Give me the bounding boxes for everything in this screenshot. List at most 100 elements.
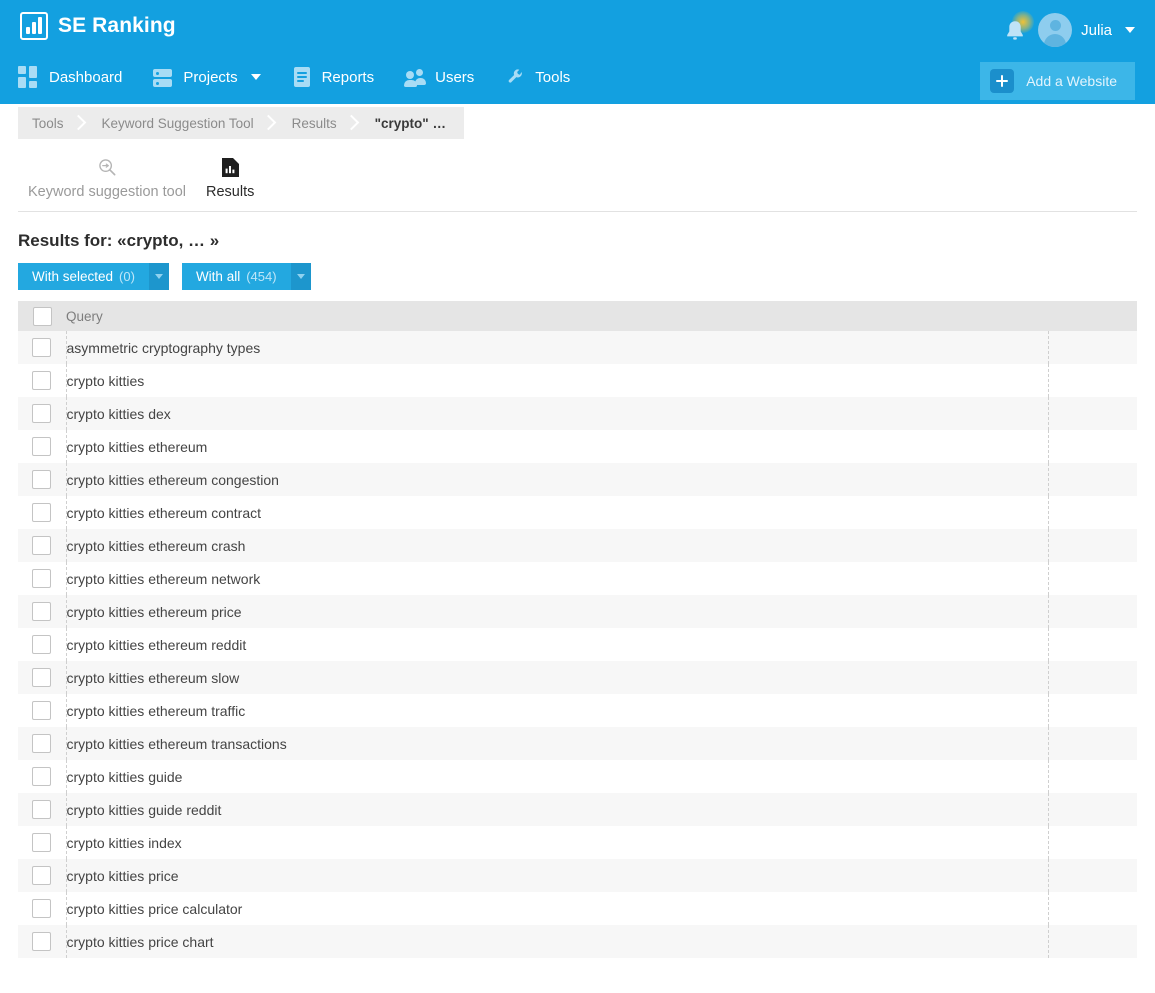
table-row[interactable]: crypto kitties ethereum traffic <box>18 694 1137 727</box>
row-checkbox[interactable] <box>32 800 51 819</box>
row-select-cell <box>18 430 66 463</box>
row-checkbox[interactable] <box>32 932 51 951</box>
bar-chart-logo-icon <box>20 12 48 40</box>
table-row[interactable]: crypto kitties ethereum network <box>18 562 1137 595</box>
sub-tabs: Keyword suggestion tool Results <box>18 154 1137 212</box>
nav-item-projects[interactable]: Projects <box>152 62 276 92</box>
select-all-checkbox[interactable] <box>33 307 52 326</box>
table-row[interactable]: crypto kitties price calculator <box>18 892 1137 925</box>
row-checkbox[interactable] <box>32 338 51 357</box>
breadcrumb-item-results[interactable]: Results <box>276 107 359 139</box>
notifications-button[interactable] <box>999 14 1033 48</box>
row-extra-cell <box>1048 925 1137 958</box>
tab-keyword-suggestion-tool[interactable]: Keyword suggestion tool <box>18 154 196 200</box>
row-select-cell <box>18 760 66 793</box>
table-body: asymmetric cryptography typescrypto kitt… <box>18 331 1137 958</box>
table-row[interactable]: crypto kitties ethereum crash <box>18 529 1137 562</box>
chevron-right-icon <box>260 115 276 131</box>
nav-label-projects: Projects <box>183 69 237 86</box>
row-checkbox[interactable] <box>32 569 51 588</box>
table-row[interactable]: crypto kitties ethereum slow <box>18 661 1137 694</box>
row-query-cell: crypto kitties ethereum traffic <box>66 694 1048 727</box>
row-checkbox[interactable] <box>32 734 51 753</box>
breadcrumb-item-keyword-suggestion-tool[interactable]: Keyword Suggestion Tool <box>86 107 276 139</box>
table-row[interactable]: crypto kitties ethereum contract <box>18 496 1137 529</box>
add-website-button[interactable]: Add a Website <box>980 62 1135 100</box>
table-row[interactable]: asymmetric cryptography types <box>18 331 1137 364</box>
row-extra-cell <box>1048 760 1137 793</box>
nav-item-users[interactable]: Users <box>404 62 490 92</box>
table-row[interactable]: crypto kitties ethereum transactions <box>18 727 1137 760</box>
filter-buttons: With selected (0) With all (454) <box>18 263 1155 290</box>
row-checkbox[interactable] <box>32 668 51 687</box>
row-query-cell: crypto kitties ethereum contract <box>66 496 1048 529</box>
table-row[interactable]: crypto kitties index <box>18 826 1137 859</box>
table-row[interactable]: crypto kitties ethereum <box>18 430 1137 463</box>
table-row[interactable]: crypto kitties guide reddit <box>18 793 1137 826</box>
row-select-cell <box>18 694 66 727</box>
table-row[interactable]: crypto kitties <box>18 364 1137 397</box>
column-header-query[interactable]: Query <box>66 301 1048 331</box>
wrench-icon <box>504 66 526 88</box>
table-header-row: Query <box>18 301 1137 331</box>
avatar <box>1038 13 1072 47</box>
user-menu[interactable]: Julia <box>1038 13 1135 47</box>
row-checkbox[interactable] <box>32 701 51 720</box>
table-row[interactable]: crypto kitties price chart <box>18 925 1137 958</box>
results-table-container: Query asymmetric cryptography typescrypt… <box>18 301 1137 958</box>
row-extra-cell <box>1048 364 1137 397</box>
row-extra-cell <box>1048 826 1137 859</box>
table-row[interactable]: crypto kitties ethereum price <box>18 595 1137 628</box>
row-select-cell <box>18 496 66 529</box>
row-select-cell <box>18 793 66 826</box>
breadcrumb-label: "crypto" … <box>375 116 446 131</box>
row-checkbox[interactable] <box>32 899 51 918</box>
row-checkbox[interactable] <box>32 602 51 621</box>
row-checkbox[interactable] <box>32 371 51 390</box>
row-select-cell <box>18 529 66 562</box>
table-row[interactable]: crypto kitties ethereum reddit <box>18 628 1137 661</box>
row-checkbox[interactable] <box>32 833 51 852</box>
row-checkbox[interactable] <box>32 503 51 522</box>
table-row[interactable]: crypto kitties guide <box>18 760 1137 793</box>
with-selected-dropdown-toggle[interactable] <box>149 263 169 290</box>
document-icon <box>291 66 313 88</box>
chevron-right-icon <box>70 115 86 131</box>
people-icon <box>404 66 426 88</box>
row-extra-cell <box>1048 694 1137 727</box>
nav-item-tools[interactable]: Tools <box>504 62 586 92</box>
with-all-button[interactable]: With all (454) <box>182 263 311 290</box>
table-header: Query <box>18 301 1137 331</box>
row-select-cell <box>18 727 66 760</box>
nav-label-dashboard: Dashboard <box>49 69 122 86</box>
tab-results[interactable]: Results <box>196 154 264 200</box>
nav-item-dashboard[interactable]: Dashboard <box>18 62 138 92</box>
row-checkbox[interactable] <box>32 767 51 786</box>
row-checkbox[interactable] <box>32 635 51 654</box>
table-row[interactable]: crypto kitties dex <box>18 397 1137 430</box>
plus-icon <box>990 69 1014 93</box>
row-query-cell: crypto kitties ethereum congestion <box>66 463 1048 496</box>
row-query-cell: crypto kitties ethereum network <box>66 562 1048 595</box>
nav-item-reports[interactable]: Reports <box>291 62 391 92</box>
with-all-dropdown-toggle[interactable] <box>291 263 311 290</box>
with-selected-button[interactable]: With selected (0) <box>18 263 169 290</box>
page-title: Results for: «crypto, … » <box>18 231 1155 251</box>
row-checkbox[interactable] <box>32 536 51 555</box>
user-name-label: Julia <box>1081 22 1112 39</box>
row-checkbox[interactable] <box>32 437 51 456</box>
table-row[interactable]: crypto kitties price <box>18 859 1137 892</box>
row-checkbox[interactable] <box>32 866 51 885</box>
with-selected-label: With selected <box>32 269 113 284</box>
row-checkbox[interactable] <box>32 404 51 423</box>
row-extra-cell <box>1048 529 1137 562</box>
with-selected-count: (0) <box>119 269 135 284</box>
nav-label-reports: Reports <box>322 69 375 86</box>
app-logo[interactable]: SE Ranking <box>20 12 176 40</box>
row-extra-cell <box>1048 496 1137 529</box>
breadcrumb-label: Tools <box>32 116 64 131</box>
row-checkbox[interactable] <box>32 470 51 489</box>
breadcrumb-item-tools[interactable]: Tools <box>18 107 86 139</box>
table-row[interactable]: crypto kitties ethereum congestion <box>18 463 1137 496</box>
row-extra-cell <box>1048 859 1137 892</box>
